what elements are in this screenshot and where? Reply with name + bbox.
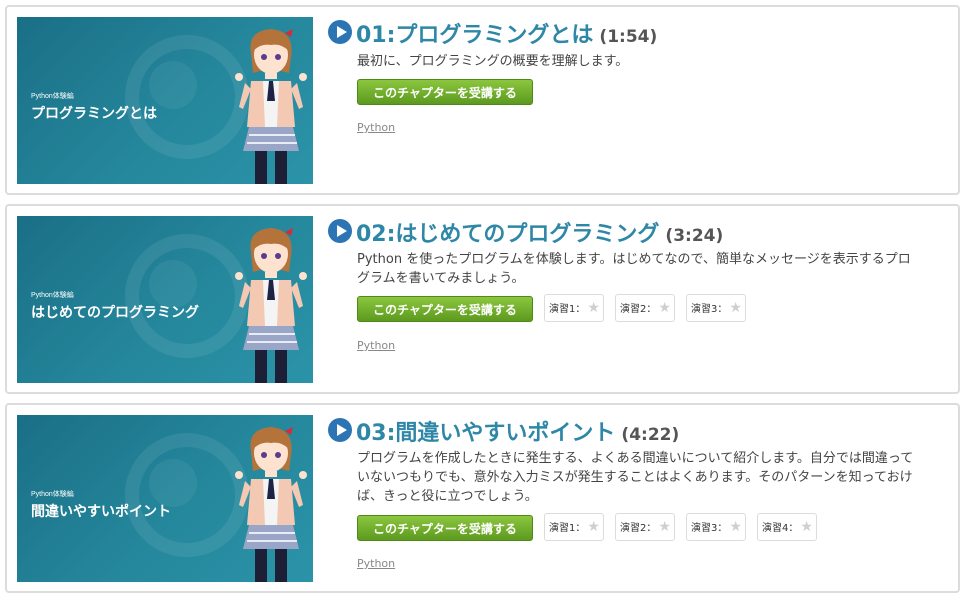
star-icon: ★ xyxy=(658,300,671,316)
exercise-badge-1[interactable]: 演習1： ★ xyxy=(544,294,604,322)
exercise-label: 演習1： xyxy=(549,523,586,534)
tag-link[interactable]: Python xyxy=(357,121,395,134)
tag-link[interactable]: Python xyxy=(357,339,395,352)
thumbnail-series: Python体験編 xyxy=(31,292,74,299)
exercise-badge-4[interactable]: 演習4： ★ xyxy=(757,513,817,541)
chapter-thumbnail[interactable]: Python体験編 間違いやすいポイント xyxy=(17,415,313,582)
logo-watermark-inner xyxy=(149,61,197,109)
exercise-badge-2[interactable]: 演習2： ★ xyxy=(615,513,675,541)
chapter-thumbnail[interactable]: Python体験編 プログラミングとは xyxy=(17,17,313,184)
chapter-description: Python を使ったプログラムを体験します。はじめてなので、簡単なメッセージを… xyxy=(357,252,911,286)
exercise-badge-3[interactable]: 演習3： ★ xyxy=(686,513,746,541)
take-chapter-button[interactable]: このチャプターを受講する xyxy=(357,79,533,105)
chapter-duration: (1:54) xyxy=(599,27,658,47)
exercise-label: 演習1： xyxy=(549,304,586,315)
chapter-description: プログラムを作成したときに発生する、よくある間違いについて紹介します。自分では間… xyxy=(357,451,914,504)
chapter-title[interactable]: 02:はじめてのプログラミング xyxy=(356,222,659,247)
thumbnail-title: はじめてのプログラミング xyxy=(31,305,199,321)
chapter-card-3: Python体験編 間違いやすいポイント 03:間違いやすいポイント (4:22)… xyxy=(5,403,960,593)
chapter-card-2: Python体験編 はじめてのプログラミング 02:はじめてのプログラミング (3… xyxy=(5,204,960,394)
chapter-title-row: 02:はじめてのプログラミング (3:24) xyxy=(328,216,723,248)
play-circle-icon[interactable] xyxy=(328,219,352,243)
exercise-badge-3[interactable]: 演習3： ★ xyxy=(686,294,746,322)
exercise-label: 演習4： xyxy=(762,523,799,534)
exercise-label: 演習3： xyxy=(691,523,728,534)
logo-watermark-inner xyxy=(149,459,197,507)
star-icon: ★ xyxy=(587,519,600,535)
chapter-description: 最初に、プログラミングの概要を理解します。 xyxy=(357,54,629,69)
exercise-badge-1[interactable]: 演習1： ★ xyxy=(544,513,604,541)
exercise-label: 演習3： xyxy=(691,304,728,315)
character-illustration xyxy=(235,427,307,582)
chapter-duration: (3:24) xyxy=(665,226,724,246)
tag-link[interactable]: Python xyxy=(357,557,395,570)
chapter-title[interactable]: 03:間違いやすいポイント xyxy=(356,421,615,446)
take-chapter-button[interactable]: このチャプターを受講する xyxy=(357,515,533,541)
exercise-label: 演習2： xyxy=(620,304,657,315)
star-icon: ★ xyxy=(658,519,671,535)
chapter-title-row: 03:間違いやすいポイント (4:22) xyxy=(328,415,679,447)
chapter-card-1: Python体験編 プログラミングとは 01:プログラミングとは (1:54) 最… xyxy=(5,5,960,195)
star-icon: ★ xyxy=(800,519,813,535)
character-illustration xyxy=(235,228,307,383)
logo-watermark-inner xyxy=(149,260,197,308)
exercise-label: 演習2： xyxy=(620,523,657,534)
exercise-badge-2[interactable]: 演習2： ★ xyxy=(615,294,675,322)
chapter-duration: (4:22) xyxy=(621,425,680,445)
play-circle-icon[interactable] xyxy=(328,418,352,442)
chapter-title-row: 01:プログラミングとは (1:54) xyxy=(328,17,657,49)
character-illustration xyxy=(235,29,307,184)
take-chapter-button[interactable]: このチャプターを受講する xyxy=(357,296,533,322)
star-icon: ★ xyxy=(729,300,742,316)
star-icon: ★ xyxy=(587,300,600,316)
play-circle-icon[interactable] xyxy=(328,20,352,44)
chapter-thumbnail[interactable]: Python体験編 はじめてのプログラミング xyxy=(17,216,313,383)
thumbnail-series: Python体験編 xyxy=(31,491,74,498)
thumbnail-title: 間違いやすいポイント xyxy=(31,504,171,520)
thumbnail-series: Python体験編 xyxy=(31,93,74,100)
thumbnail-title: プログラミングとは xyxy=(31,106,157,122)
chapter-title[interactable]: 01:プログラミングとは xyxy=(356,23,593,48)
star-icon: ★ xyxy=(729,519,742,535)
